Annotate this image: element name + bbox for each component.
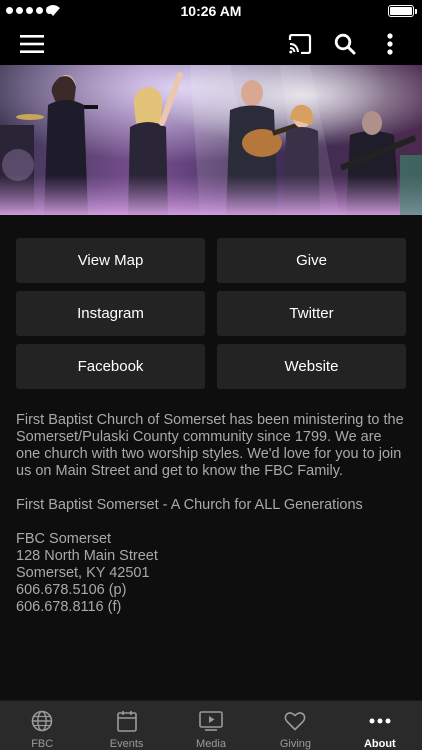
facebook-button[interactable]: Facebook (16, 344, 205, 389)
top-navigation-bar (0, 22, 422, 65)
twitter-button[interactable]: Twitter (217, 291, 406, 336)
tab-giving[interactable]: Giving (253, 701, 337, 750)
give-button[interactable]: Give (217, 238, 406, 283)
about-section: First Baptist Church of Somerset has bee… (16, 412, 408, 616)
contact-phone[interactable]: 606.678.5106 (p) (16, 582, 408, 599)
contact-name: FBC Somerset (16, 531, 112, 547)
more-vertical-icon[interactable] (374, 28, 406, 60)
tab-label-fbc: FBC (31, 738, 54, 750)
hero-worship-image (0, 65, 422, 215)
contact-info: FBC Somerset 128 North Main Street Somer… (16, 531, 408, 616)
tab-label-about: About (363, 738, 396, 750)
status-bar: 10:26 AM (0, 0, 422, 22)
view-map-button[interactable]: View Map (16, 238, 205, 283)
bottom-tab-bar: FBC Events Media Giving About (0, 700, 422, 750)
tab-about[interactable]: About (338, 701, 422, 750)
about-description: First Baptist Church of Somerset has bee… (16, 412, 404, 479)
tab-label-events: Events (109, 738, 144, 750)
about-tagline: First Baptist Somerset - A Church for AL… (16, 497, 363, 513)
tab-media[interactable]: Media (169, 701, 253, 750)
more-horizontal-icon (368, 709, 392, 732)
play-screen-icon (199, 709, 223, 732)
contact-city: Somerset, KY 42501 (16, 565, 150, 581)
tab-label-giving: Giving (279, 738, 312, 750)
battery-icon (388, 5, 417, 17)
cast-icon[interactable] (284, 28, 316, 60)
tab-events[interactable]: Events (84, 701, 168, 750)
contact-fax: 606.678.8116 (f) (16, 599, 122, 615)
globe-icon (30, 709, 54, 732)
link-button-grid: View Map Give Instagram Twitter Facebook… (16, 238, 406, 389)
instagram-button[interactable]: Instagram (16, 291, 205, 336)
website-button[interactable]: Website (217, 344, 406, 389)
menu-icon[interactable] (16, 28, 48, 60)
search-icon[interactable] (329, 28, 361, 60)
tab-label-media: Media (196, 738, 226, 750)
calendar-icon (115, 709, 139, 732)
contact-street: 128 North Main Street (16, 548, 158, 564)
tab-fbc[interactable]: FBC (0, 701, 84, 750)
heart-icon (283, 709, 307, 732)
status-time: 10:26 AM (180, 3, 242, 19)
